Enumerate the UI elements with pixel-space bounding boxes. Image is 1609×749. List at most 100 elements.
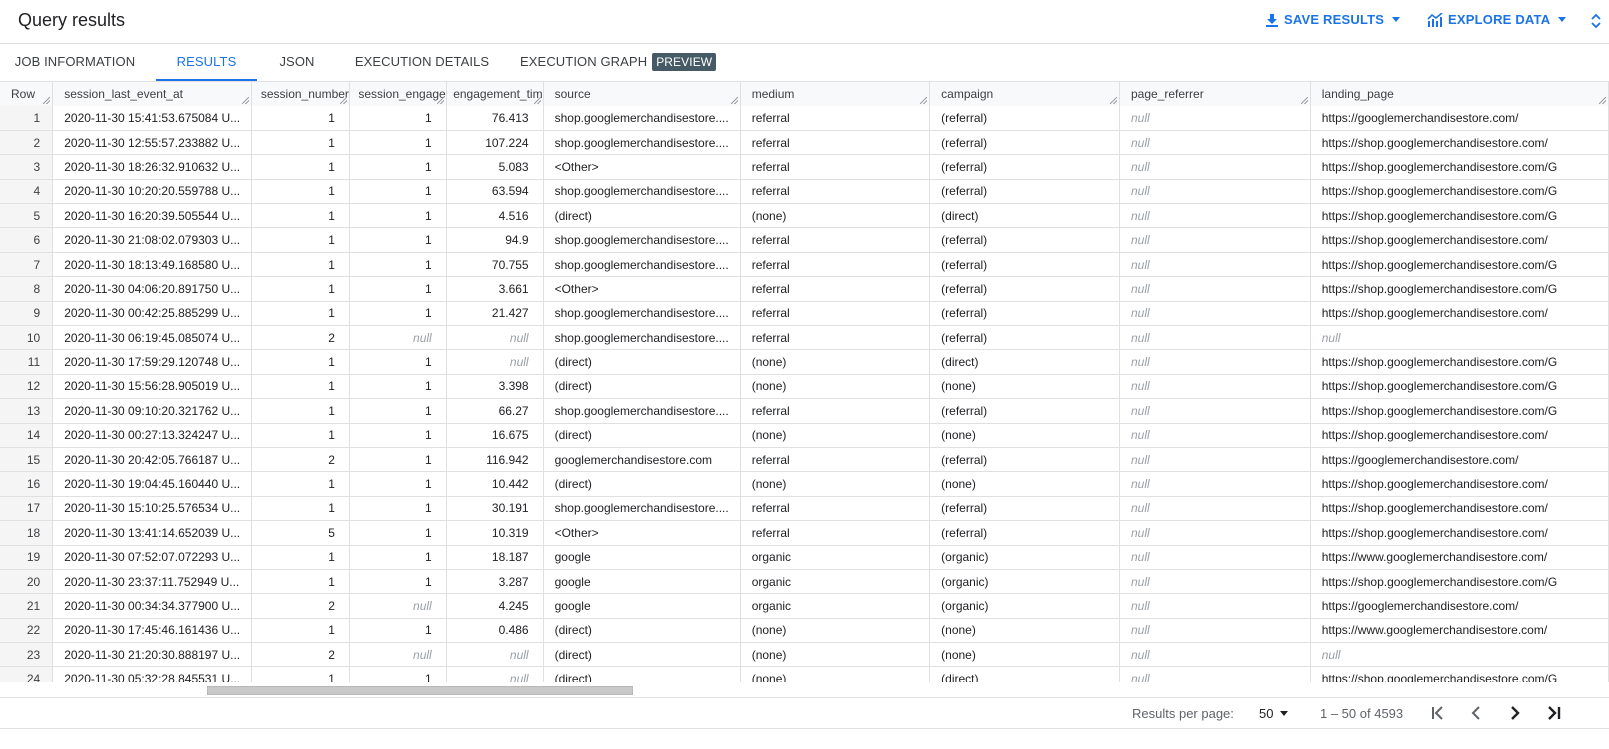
- table-row[interactable]: 4 2020-11-30 10:20:20.559788 U... 1 1 63.594…: [0, 179, 1609, 205]
- horizontal-scrollbar[interactable]: [0, 682, 1609, 698]
- save-results-label: SAVE RESULTS: [1284, 12, 1385, 27]
- column-resize-handle[interactable]: [1110, 97, 1117, 104]
- cell-engagement-time: 10.319: [446, 520, 544, 546]
- table-row[interactable]: 23 2020-11-30 21:20:30.888197 U... 2 null nu…: [0, 642, 1609, 668]
- cell-engagement-time: 4.516: [446, 203, 544, 229]
- cell-session-engaged: 1: [349, 252, 447, 278]
- column-header-label: landing_page: [1321, 87, 1394, 101]
- cell-source: <Other>: [543, 154, 741, 180]
- cell-row-number: 22: [0, 618, 54, 644]
- tab-job-information[interactable]: JOB INFORMATION: [0, 44, 150, 81]
- cell-medium: referral: [740, 106, 931, 131]
- column-header-row-number[interactable]: Row: [0, 82, 54, 106]
- table-row[interactable]: 21 2020-11-30 00:34:34.377900 U... 2 null 4.…: [0, 593, 1609, 619]
- column-header-campaign[interactable]: campaign: [929, 82, 1120, 106]
- column-resize-handle[interactable]: [1300, 97, 1308, 104]
- cell-campaign: (referral): [929, 398, 1120, 424]
- cell-medium: referral: [740, 496, 931, 522]
- table-row[interactable]: 20 2020-11-30 23:37:11.752949 U... 1 1 3.287…: [0, 569, 1609, 595]
- column-header-medium[interactable]: medium: [740, 82, 931, 106]
- column-resize-handle[interactable]: [730, 97, 738, 104]
- cell-engagement-time: 66.27: [446, 398, 544, 424]
- column-resize-handle[interactable]: [339, 97, 347, 104]
- cell-engagement-time: 70.755: [446, 252, 544, 278]
- column-header-source[interactable]: source: [543, 82, 741, 106]
- table-row[interactable]: 3 2020-11-30 18:26:32.910632 U... 1 1 5.083 <…: [0, 154, 1609, 180]
- explore-data-button[interactable]: EXPLORE DATA: [1427, 12, 1567, 27]
- cell-session-last-event-at: 2020-11-30 19:04:45.160440 U...: [52, 471, 253, 497]
- first-page-icon[interactable]: [1428, 703, 1448, 723]
- table-row[interactable]: 24 2020-11-30 05:32:28.845531 U... 1 1 null(…: [0, 666, 1609, 682]
- tab-execution-details[interactable]: EXECUTION DETAILS: [342, 44, 502, 81]
- column-header-session-engaged[interactable]: session_engage: [349, 82, 447, 106]
- column-resize-handle[interactable]: [533, 97, 541, 104]
- table-row[interactable]: 22 2020-11-30 17:45:46.161436 U... 1 1 0.486…: [0, 618, 1609, 644]
- scrollbar-thumb[interactable]: [207, 686, 633, 695]
- column-resize-handle[interactable]: [1599, 97, 1606, 104]
- column-header-engagement-time[interactable]: engagement_tim: [446, 82, 544, 106]
- save-results-button[interactable]: SAVE RESULTS: [1265, 12, 1401, 27]
- cell-medium: referral: [740, 520, 931, 546]
- table-row[interactable]: 2 2020-11-30 12:55:57.233882 U... 1 1 107.22…: [0, 130, 1609, 156]
- table-row[interactable]: 16 2020-11-30 19:04:45.160440 U... 1 1 10.44…: [0, 471, 1609, 497]
- table-row[interactable]: 5 2020-11-30 16:20:39.505544 U... 1 1 4.516(…: [0, 203, 1609, 229]
- cell-source: <Other>: [543, 276, 741, 302]
- column-header-label: session_last_event_at: [64, 87, 183, 101]
- cell-medium: (none): [740, 471, 931, 497]
- cell-page-referrer: null: [1119, 423, 1311, 448]
- cell-engagement-time: null: [446, 349, 544, 375]
- pagination-range: 1 – 50 of 4593: [1320, 706, 1404, 721]
- table-row[interactable]: 19 2020-11-30 07:52:07.072293 U... 1 1 18.18…: [0, 545, 1609, 570]
- table-row[interactable]: 1 2020-11-30 15:41:53.675084 U... 1 1 76.413…: [0, 106, 1609, 131]
- column-resize-handle[interactable]: [436, 97, 444, 104]
- table-row[interactable]: 10 2020-11-30 06:19:45.085074 U... 2 null nu…: [0, 325, 1609, 351]
- results-per-page-select[interactable]: 50: [1259, 706, 1289, 721]
- table-row[interactable]: 9 2020-11-30 00:42:25.885299 U... 1 1 21.427…: [0, 301, 1609, 327]
- cell-session-number: 2: [251, 642, 350, 668]
- expand-collapse-icon[interactable]: [1590, 12, 1602, 30]
- tab-results[interactable]: RESULTS: [156, 44, 257, 81]
- cell-source: (direct): [543, 642, 741, 668]
- cell-session-last-event-at: 2020-11-30 15:41:53.675084 U...: [52, 106, 253, 131]
- cell-medium: organic: [740, 569, 931, 595]
- next-page-icon[interactable]: [1505, 703, 1525, 723]
- cell-source: shop.googlemerchandisestore....: [543, 179, 741, 205]
- column-header-session-number[interactable]: session_number: [251, 82, 350, 106]
- cell-medium: organic: [740, 545, 931, 570]
- column-header-page-referrer[interactable]: page_referrer: [1119, 82, 1311, 106]
- column-resize-handle[interactable]: [920, 97, 928, 104]
- previous-page-icon[interactable]: [1466, 703, 1486, 723]
- cell-engagement-time: null: [446, 666, 544, 682]
- table-row[interactable]: 15 2020-11-30 20:42:05.766187 U... 2 1 116.9…: [0, 447, 1609, 473]
- table-body: 1 2020-11-30 15:41:53.675084 U... 1 1 76.413…: [0, 106, 1609, 682]
- cell-source: (direct): [543, 374, 741, 400]
- table-row[interactable]: 11 2020-11-30 17:59:29.120748 U... 1 1 null(…: [0, 349, 1609, 375]
- tab-execution-graph[interactable]: EXECUTION GRAPH PREVIEW: [520, 44, 720, 81]
- table-row[interactable]: 14 2020-11-30 00:27:13.324247 U... 1 1 16.67…: [0, 423, 1609, 448]
- table-row[interactable]: 17 2020-11-30 15:10:25.576534 U... 1 1 30.19…: [0, 496, 1609, 522]
- cell-session-last-event-at: 2020-11-30 13:41:14.652039 U...: [52, 520, 253, 546]
- cell-medium: referral: [740, 301, 931, 327]
- cell-page-referrer: null: [1119, 618, 1311, 644]
- column-header-landing-page[interactable]: landing_page: [1310, 82, 1609, 106]
- cell-row-number: 11: [0, 349, 54, 375]
- table-row[interactable]: 6 2020-11-30 21:08:02.079303 U... 1 1 94.9 sh…: [0, 227, 1609, 253]
- cell-landing-page: https://shop.googlemerchandisestore.com/…: [1310, 398, 1609, 424]
- column-resize-handle[interactable]: [242, 97, 250, 104]
- tab-json[interactable]: JSON: [262, 44, 332, 81]
- cell-row-number: 2: [0, 130, 54, 156]
- cell-session-last-event-at: 2020-11-30 23:37:11.752949 U...: [52, 569, 253, 595]
- table-row[interactable]: 13 2020-11-30 09:10:20.321762 U... 1 1 66.27…: [0, 398, 1609, 424]
- cell-campaign: (referral): [929, 252, 1120, 278]
- table-row[interactable]: 12 2020-11-30 15:56:28.905019 U... 1 1 3.398…: [0, 374, 1609, 400]
- cell-page-referrer: null: [1119, 471, 1311, 497]
- column-header-session-last-event-at[interactable]: session_last_event_at: [52, 82, 253, 106]
- cell-session-number: 2: [251, 447, 350, 473]
- cell-row-number: 14: [0, 423, 54, 448]
- table-row[interactable]: 18 2020-11-30 13:41:14.652039 U... 5 1 10.31…: [0, 520, 1609, 546]
- table-row[interactable]: 8 2020-11-30 04:06:20.891750 U... 1 1 3.661 <…: [0, 276, 1609, 302]
- table-row[interactable]: 7 2020-11-30 18:13:49.168580 U... 1 1 70.755…: [0, 252, 1609, 278]
- column-resize-handle[interactable]: [43, 97, 51, 104]
- cell-session-last-event-at: 2020-11-30 18:13:49.168580 U...: [52, 252, 253, 278]
- last-page-icon[interactable]: [1544, 703, 1564, 723]
